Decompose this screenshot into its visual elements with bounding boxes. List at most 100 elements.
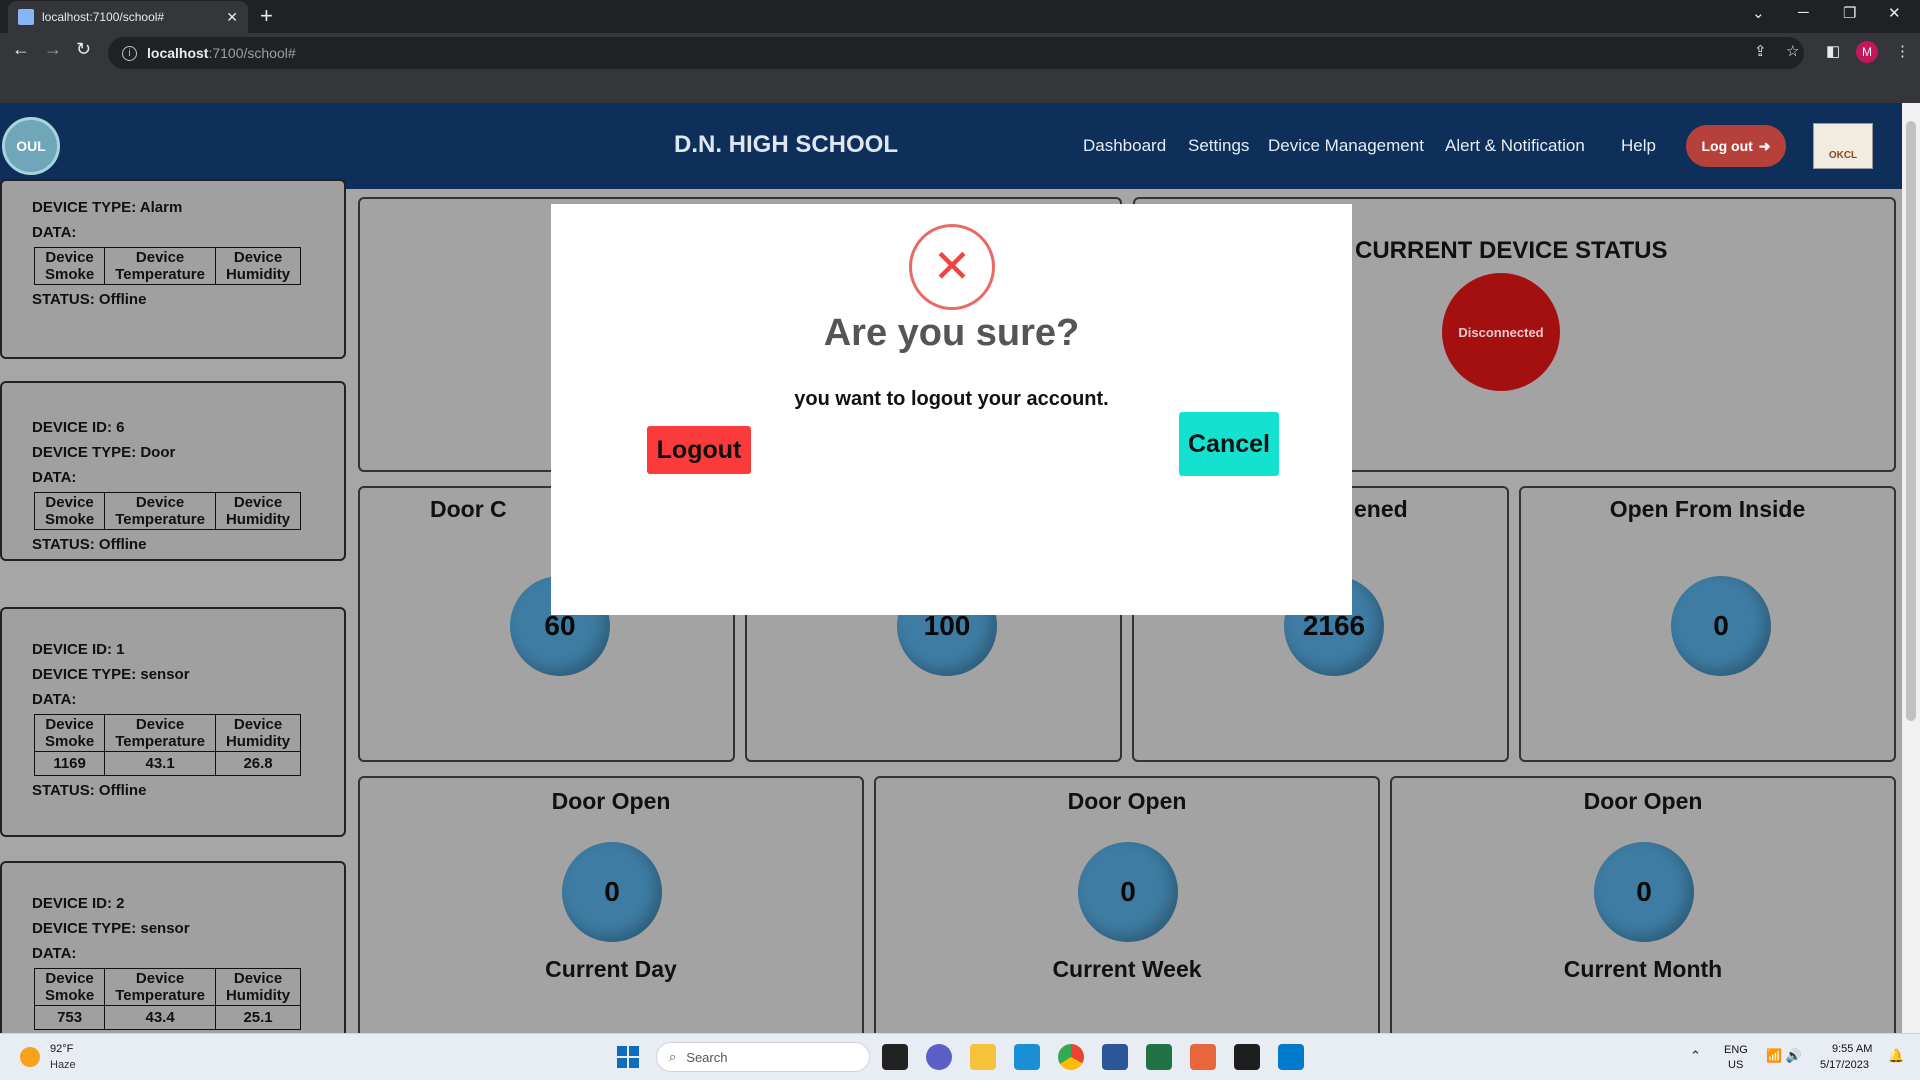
back-icon[interactable]: ← [12, 39, 30, 60]
close-window-icon[interactable]: ✕ [1888, 4, 1901, 22]
page-scrollbar[interactable] [1902, 103, 1920, 1033]
side-panel-icon[interactable]: ◧ [1826, 42, 1840, 60]
col-header-line: Device [135, 494, 185, 511]
counter-value: 0 [1671, 576, 1771, 676]
school-logo: OUL [2, 117, 60, 175]
col-header-line: Device [135, 970, 185, 987]
device-status: STATUS: Offline [32, 782, 147, 799]
site-header: OUL D.N. HIGH SCHOOL Dashboard Settings … [0, 103, 1902, 189]
door-open-count: 0 [562, 842, 662, 942]
table-row: 753 43.4 25.1 [33, 1005, 302, 1030]
windows-taskbar: 92°F Haze ⌕ Search ⌃ ENG US 📶 🔊 9:55 AM … [0, 1033, 1920, 1080]
col-header-line: Smoke [45, 266, 95, 283]
new-tab-button[interactable]: + [260, 4, 273, 28]
data-label: DATA: [32, 469, 77, 486]
device-card: DEVICE ID: 6 DEVICE TYPE: Door DATA: Dev… [0, 381, 346, 561]
restore-icon[interactable]: ❐ [1843, 4, 1856, 22]
nav-device-management[interactable]: Device Management [1268, 136, 1424, 156]
col-header-line: Device [45, 249, 94, 266]
file-explorer-icon[interactable] [970, 1044, 996, 1070]
scrollbar-thumb[interactable] [1906, 121, 1916, 721]
school-name: D.N. HIGH SCHOOL [674, 131, 899, 158]
reload-icon[interactable]: ↻ [76, 39, 91, 60]
tray-overflow-icon[interactable]: ⌃ [1690, 1048, 1701, 1064]
col-header-smoke: Device Smoke [33, 968, 106, 1006]
site-info-icon[interactable]: i [122, 45, 137, 61]
door-open-tile: Door Open 0 Current Month [1390, 776, 1896, 1033]
forward-icon[interactable]: → [44, 39, 62, 60]
col-header-line: Temperature [115, 511, 205, 528]
device-card: DEVICE TYPE: Alarm DATA: Device Smoke Dev… [0, 179, 346, 359]
bookmark-star-icon[interactable]: ☆ [1786, 42, 1799, 60]
col-header-line: Temperature [115, 733, 205, 750]
word-icon[interactable] [1102, 1044, 1128, 1070]
col-header-line: Temperature [115, 266, 205, 283]
device-type: DEVICE TYPE: Alarm [32, 199, 183, 216]
col-header-line: Humidity [225, 987, 291, 1004]
col-header-line: Device [45, 494, 94, 511]
clock-date[interactable]: 5/17/2023 [1820, 1059, 1869, 1071]
ppt-app-icon[interactable] [1190, 1044, 1216, 1070]
col-header-line: Humidity [225, 733, 291, 750]
nav-dashboard[interactable]: Dashboard [1083, 136, 1166, 156]
minimize-icon[interactable]: ─ [1798, 4, 1809, 21]
close-tab-icon[interactable]: ✕ [226, 9, 238, 26]
share-icon[interactable]: ⇪ [1754, 42, 1767, 60]
weather-desc: Haze [50, 1059, 76, 1071]
period-label: Current Day [545, 956, 677, 982]
url-path: :7100/school# [208, 45, 296, 61]
nav-alert-notification[interactable]: Alert & Notification [1445, 136, 1585, 156]
address-bar[interactable]: i localhost :7100/school# [108, 37, 1804, 69]
profile-avatar[interactable]: M [1856, 41, 1878, 63]
notification-icon[interactable]: 🔔 [1888, 1048, 1904, 1064]
col-header-temperature: Device Temperature [104, 247, 216, 285]
task-view-icon[interactable] [882, 1044, 908, 1070]
excel-icon[interactable] [1146, 1044, 1172, 1070]
col-header-line: Device [45, 970, 94, 987]
chrome-icon[interactable] [1058, 1044, 1084, 1070]
smoke-value: 1169 [33, 751, 106, 776]
col-header-line: Device [135, 249, 185, 266]
header-logout-button[interactable]: Log out ➜ [1686, 125, 1786, 167]
col-header-humidity: Device Humidity [214, 714, 302, 752]
data-label: DATA: [32, 224, 77, 241]
browser-tab[interactable]: localhost:7100/school# ✕ [8, 1, 248, 33]
col-header-temperature: Device Temperature [104, 968, 216, 1006]
device-id: DEVICE ID: 6 [32, 419, 125, 436]
device-data-table: Device Smoke Device Temperature Device Humi… [33, 492, 302, 530]
wifi-volume-icon[interactable]: 📶 🔊 [1766, 1048, 1802, 1064]
taskbar-search[interactable]: ⌕ Search [656, 1042, 870, 1072]
counter-tile: Open From Inside 0 [1519, 486, 1896, 762]
logout-confirm-dialog: ✕ Are you sure? you want to logout your … [551, 204, 1352, 615]
weather-icon[interactable] [20, 1047, 40, 1067]
col-header-line: Temperature [115, 987, 205, 1004]
tab-search-icon[interactable]: ⌄ [1752, 4, 1765, 22]
data-label: DATA: [32, 691, 77, 708]
temperature-value: 43.4 [104, 1005, 216, 1030]
nav-settings[interactable]: Settings [1188, 136, 1249, 156]
error-x-icon: ✕ [909, 224, 995, 310]
device-card: DEVICE ID: 1 DEVICE TYPE: sensor DATA: D… [0, 607, 346, 837]
door-open-title: Door Open [1583, 788, 1703, 814]
nav-help[interactable]: Help [1621, 136, 1656, 156]
counter-title: Open From Inside [1609, 496, 1806, 522]
device-type: DEVICE TYPE: Door [32, 444, 176, 461]
device-type: DEVICE TYPE: sensor [32, 666, 190, 683]
input-region[interactable]: US [1728, 1059, 1743, 1071]
col-header-humidity: Device Humidity [214, 247, 302, 285]
cancel-button[interactable]: Cancel [1179, 412, 1279, 476]
favicon-icon [18, 9, 34, 25]
input-language[interactable]: ENG [1724, 1044, 1748, 1056]
confirm-logout-button[interactable]: Logout [647, 426, 751, 474]
col-header-line: Device [233, 494, 283, 511]
start-button[interactable] [617, 1046, 639, 1068]
status-indicator: Disconnected [1442, 273, 1560, 391]
col-header-line: Smoke [45, 511, 95, 528]
teams-icon[interactable] [926, 1044, 952, 1070]
l-app-icon[interactable] [1014, 1044, 1040, 1070]
vscode-icon[interactable] [1278, 1044, 1304, 1070]
clock-time[interactable]: 9:55 AM [1832, 1043, 1872, 1055]
col-header-line: Device [135, 716, 185, 733]
terminal-icon[interactable] [1234, 1044, 1260, 1070]
menu-kebab-icon[interactable]: ⋮ [1895, 42, 1910, 60]
